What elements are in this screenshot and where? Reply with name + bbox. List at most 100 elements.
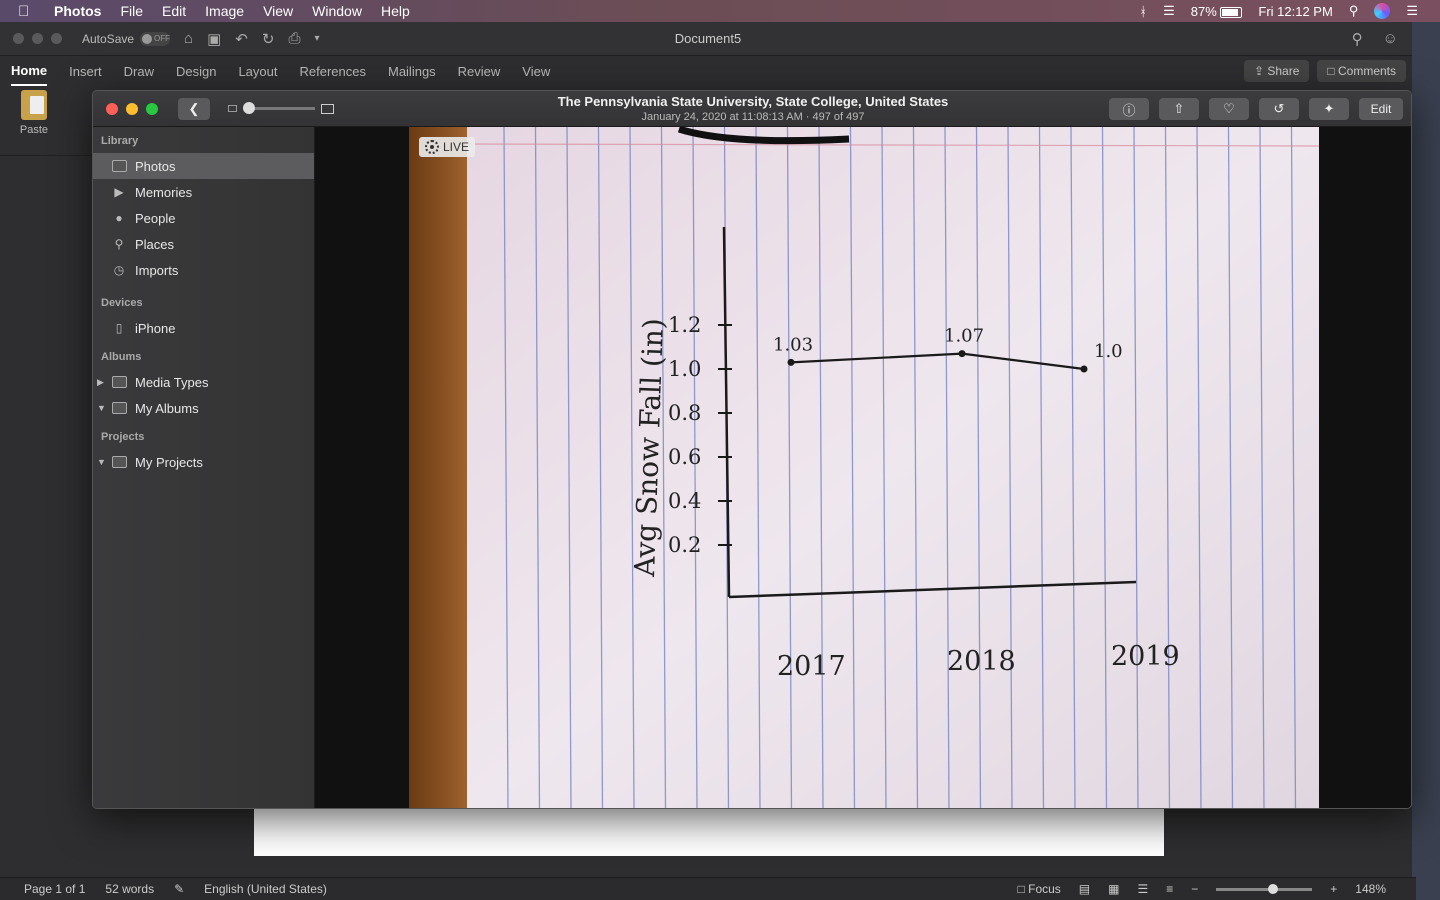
word-minimize-button[interactable] — [32, 33, 43, 44]
section-projects: Projects — [101, 431, 145, 443]
outline-view-icon[interactable]: ☰ — [1137, 882, 1148, 896]
tab-design[interactable]: Design — [176, 58, 216, 85]
page-count[interactable]: Page 1 of 1 — [24, 882, 85, 896]
live-photo-badge[interactable]: LIVE — [419, 137, 476, 157]
save-icon[interactable]: ▣ — [207, 30, 221, 48]
sidebar-item-people[interactable]: ● People — [93, 205, 314, 231]
disclosure-down-icon[interactable]: ▼ — [97, 403, 107, 413]
bluetooth-icon[interactable]: ᚼ — [1139, 4, 1147, 19]
enhance-button[interactable]: ✦ — [1309, 98, 1349, 120]
x-tick-label: 2017 — [777, 651, 846, 682]
sidebar-item-my-albums[interactable]: ▼ My Albums — [93, 395, 314, 421]
y-tick-label: 0.8 — [668, 401, 701, 425]
menu-bar:  Photos File Edit Image View Window Hel… — [0, 0, 1440, 22]
tab-layout[interactable]: Layout — [238, 58, 277, 85]
sidebar-item-imports[interactable]: ◷ Imports — [93, 257, 314, 283]
undo-icon[interactable]: ↶ — [235, 30, 248, 48]
sidebar-item-label: Places — [135, 236, 175, 252]
share-photo-button[interactable]: ⇧ — [1159, 98, 1199, 120]
menu-view[interactable]: View — [263, 3, 293, 19]
photos-sidebar: Library Photos ▶ Memories ● People ⚲ Pla… — [93, 127, 315, 808]
share-button[interactable]: ⇪ Share — [1243, 60, 1310, 82]
autosave-toggle[interactable]: OFF — [140, 31, 171, 46]
language-status[interactable]: English (United States) — [204, 882, 327, 896]
sidebar-item-iphone[interactable]: ▯ iPhone — [93, 315, 314, 341]
tab-insert[interactable]: Insert — [69, 58, 102, 85]
proofing-icon[interactable]: ✎ — [174, 882, 184, 896]
y-tick-label: 0.4 — [668, 489, 701, 513]
sidebar-item-media-types[interactable]: ▶ Media Types — [93, 369, 314, 395]
tab-view[interactable]: View — [522, 58, 550, 85]
paste-label: Paste — [19, 124, 49, 136]
tab-mailings[interactable]: Mailings — [388, 58, 436, 85]
tab-home[interactable]: Home — [11, 57, 48, 86]
photos-window: ❮ The Pennsylvania State University, Sta… — [92, 90, 1412, 809]
zoom-slider[interactable] — [1216, 883, 1313, 894]
tab-references[interactable]: References — [300, 58, 366, 85]
search-icon[interactable]: ⚲ — [1352, 30, 1363, 48]
draft-view-icon[interactable]: ≡ — [1166, 882, 1173, 896]
siri-icon[interactable] — [1374, 3, 1391, 19]
tab-draw[interactable]: Draw — [124, 58, 154, 85]
section-devices: Devices — [101, 297, 143, 309]
notification-center-icon[interactable]: ☰ — [1406, 3, 1418, 19]
feedback-smiley-icon[interactable]: ☺ — [1383, 30, 1398, 48]
focus-button[interactable]: □ Focus — [1018, 882, 1061, 896]
sidebar-item-places[interactable]: ⚲ Places — [93, 231, 314, 257]
photo-zoom-slider[interactable] — [228, 102, 334, 114]
paste-button[interactable]: Paste — [12, 90, 56, 136]
disclosure-right-icon[interactable]: ▶ — [97, 377, 107, 388]
battery-percent[interactable]: 87% — [1191, 4, 1217, 19]
sidebar-item-label: iPhone — [135, 320, 176, 336]
comments-button[interactable]: □ Comments — [1317, 60, 1406, 82]
data-point — [1080, 365, 1088, 373]
photo-image[interactable]: 1.2 1.0 0.8 0.6 0.4 0.2 Avg Snow Fall (in) 1.03… — [409, 127, 1319, 808]
web-layout-icon[interactable]: ▦ — [1108, 882, 1119, 896]
word-title-bar: AutoSave OFF ⌂ ▣ ↶ ↻ ⎙ ▾ Document5 ⚲ ☺ — [0, 22, 1416, 56]
minimize-button[interactable] — [126, 102, 138, 115]
iphone-icon: ▯ — [115, 321, 123, 335]
battery-icon[interactable] — [1220, 6, 1243, 18]
zoom-out-icon[interactable]: − — [1191, 882, 1198, 896]
info-icon: ⓘ — [1122, 102, 1136, 118]
menu-app-name[interactable]: Photos — [54, 3, 101, 19]
back-button[interactable]: ❮ — [178, 97, 210, 120]
sidebar-item-my-projects[interactable]: ▼ My Projects — [93, 449, 314, 475]
word-zoom-button[interactable] — [51, 33, 62, 44]
print-layout-icon[interactable]: ▤ — [1079, 882, 1090, 896]
section-library: Library — [101, 135, 139, 147]
disclosure-down-icon[interactable]: ▼ — [97, 457, 107, 467]
fullscreen-button[interactable] — [146, 102, 158, 115]
sidebar-item-memories[interactable]: ▶ Memories — [93, 179, 314, 205]
rotate-button[interactable]: ↺ — [1259, 98, 1299, 120]
menu-edit[interactable]: Edit — [162, 3, 186, 19]
tab-review[interactable]: Review — [458, 58, 501, 85]
word-close-button[interactable] — [13, 33, 24, 44]
customize-toolbar-icon[interactable]: ▾ — [314, 33, 319, 44]
photo-viewer[interactable]: 1.2 1.0 0.8 0.6 0.4 0.2 Avg Snow Fall (in) 1.03… — [315, 127, 1411, 808]
sidebar-item-photos[interactable]: Photos — [93, 153, 314, 179]
menu-clock[interactable]: Fri 12:12 PM — [1258, 4, 1332, 19]
zoom-track[interactable] — [243, 102, 315, 114]
spotlight-search-icon[interactable]: ⚲ — [1349, 3, 1359, 19]
apple-icon[interactable]:  — [18, 3, 40, 20]
folder-icon — [111, 401, 127, 415]
menu-window[interactable]: Window — [312, 3, 362, 19]
redo-icon[interactable]: ↻ — [262, 30, 275, 48]
wifi-icon[interactable]: ☰ — [1163, 3, 1175, 19]
edit-button[interactable]: Edit — [1359, 98, 1403, 120]
close-button[interactable] — [106, 102, 118, 115]
home-icon[interactable]: ⌂ — [184, 30, 193, 47]
favorite-button[interactable]: ♡ — [1209, 98, 1249, 120]
zoom-in-icon[interactable]: + — [1330, 882, 1337, 896]
menu-file[interactable]: File — [120, 3, 143, 19]
notebook-photo: 1.21.00.80.60.40.2Avg Snow Fall (in) 1.03… — [409, 127, 1319, 808]
word-count[interactable]: 52 words — [105, 882, 154, 896]
info-button[interactable]: ⓘ — [1109, 98, 1149, 120]
menu-image[interactable]: Image — [205, 3, 244, 19]
zoom-level[interactable]: 148% — [1355, 882, 1386, 896]
menu-help[interactable]: Help — [381, 3, 410, 19]
clipboard-icon — [21, 90, 47, 120]
print-icon[interactable]: ⎙ — [288, 30, 300, 47]
data-point — [958, 350, 966, 358]
